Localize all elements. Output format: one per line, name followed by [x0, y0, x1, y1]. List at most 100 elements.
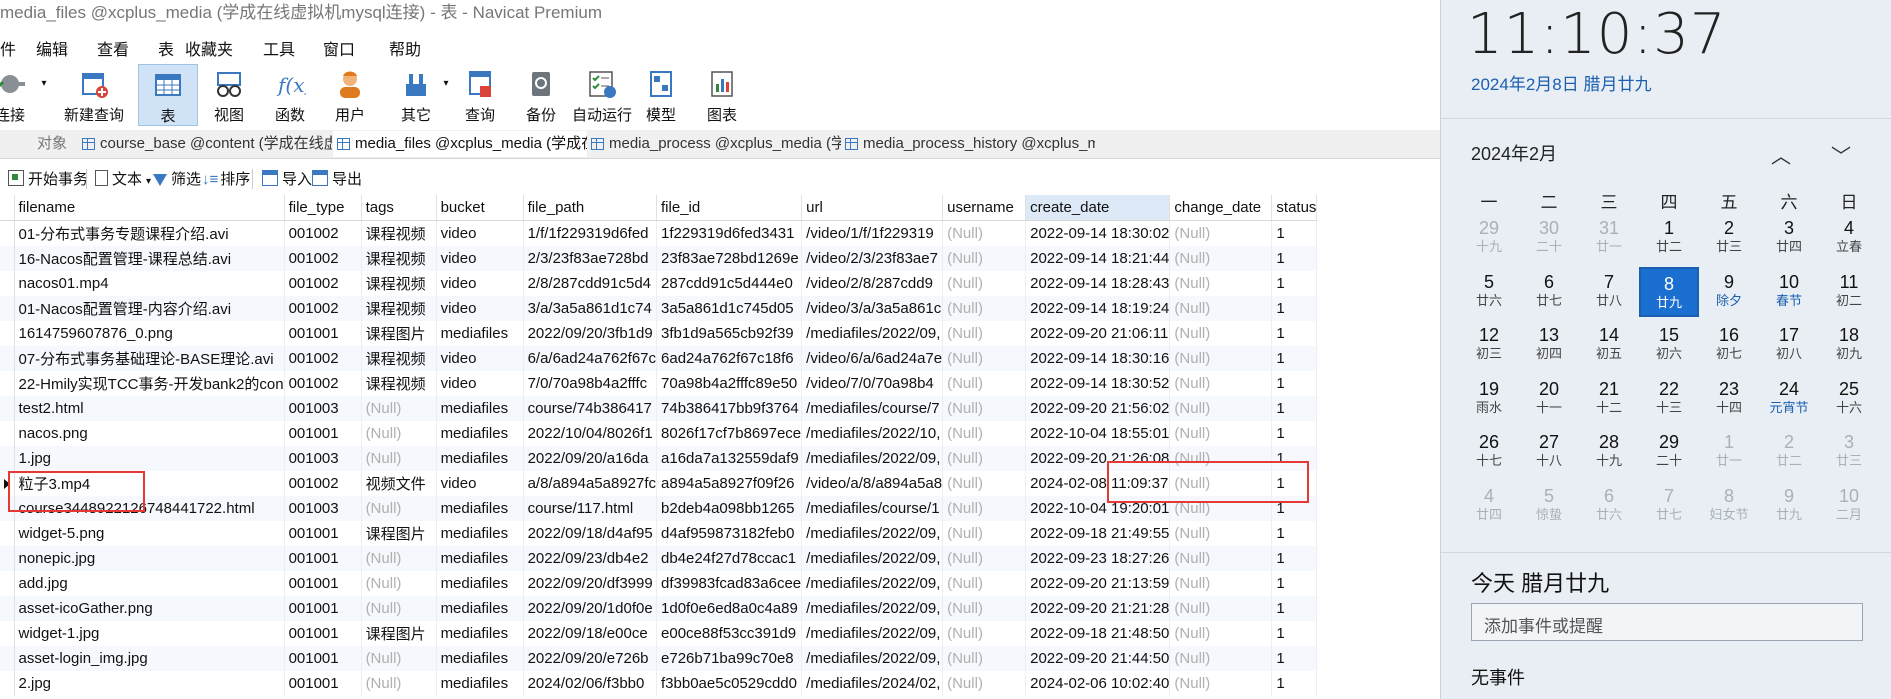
table-cell-file-type[interactable]: 001001 — [284, 521, 362, 546]
table-cell-tags[interactable]: (Null) — [361, 671, 437, 696]
autorun-button[interactable]: 自动运行 — [570, 64, 634, 126]
menu-help[interactable]: 帮助 — [389, 36, 421, 60]
table-cell-status[interactable]: 1 — [1271, 546, 1318, 571]
menu-favorites[interactable]: 收藏夹 — [185, 36, 233, 60]
calendar-day[interactable]: 3 廿四 — [1759, 213, 1819, 263]
table-row[interactable]: widget-1.jpg 001001 课程图片 mediafiles 2022/09/… — [0, 621, 1318, 646]
table-cell-username[interactable]: (Null) — [942, 496, 1027, 521]
table-cell-file-id[interactable]: 74b386417bb9f3764 — [656, 396, 803, 421]
calendar-day[interactable]: 11 初二 — [1819, 267, 1879, 317]
table-cell-tags[interactable]: 课程视频 — [361, 246, 437, 271]
table-cell-url[interactable]: /video/3/a/3a5a861c — [801, 296, 944, 321]
tab-course-base[interactable]: course_base @content (学成在线虚拟... — [78, 131, 332, 157]
table-cell-bucket[interactable]: mediafiles — [436, 571, 524, 596]
query-button[interactable]: 查询 — [452, 64, 508, 126]
calendar-day-today[interactable]: 8 廿九 — [1639, 266, 1699, 317]
menu-edit[interactable]: 编辑 — [36, 36, 68, 60]
calendar-day[interactable]: 25 十六 — [1819, 374, 1879, 424]
table-cell-create-date[interactable]: 2022-09-14 18:30:02 — [1025, 220, 1171, 246]
calendar-day[interactable]: 4 廿四 — [1459, 481, 1519, 531]
calendar-day[interactable]: 2 廿二 — [1759, 427, 1819, 477]
table-cell-url[interactable]: /mediafiles/2022/09, — [801, 321, 944, 346]
table-cell-status[interactable]: 1 — [1271, 396, 1318, 421]
menu-file[interactable]: 件 — [0, 36, 16, 60]
table-cell-username[interactable]: (Null) — [942, 271, 1027, 296]
table-cell-url[interactable]: /mediafiles/2022/10, — [801, 421, 944, 446]
table-cell-username[interactable]: (Null) — [942, 246, 1027, 271]
calendar-day[interactable]: 13 初四 — [1519, 320, 1579, 370]
table-cell-url[interactable]: /mediafiles/course/1 — [801, 496, 944, 521]
table-cell-change-date[interactable]: (Null) — [1169, 296, 1273, 321]
table-cell-create-date[interactable]: 2022-09-20 21:56:02 — [1025, 396, 1171, 421]
table-cell-file-type[interactable]: 001001 — [284, 621, 362, 646]
table-cell-file-path[interactable]: 1/f/1f229319d6fed — [523, 220, 658, 246]
table-cell-change-date[interactable]: (Null) — [1169, 321, 1273, 346]
chart-button[interactable]: 图表 — [694, 64, 750, 126]
table-cell-status[interactable]: 1 — [1271, 521, 1318, 546]
table-cell-file-id[interactable]: db4e24f27d78ccac1 — [656, 546, 803, 571]
table-cell-file-path[interactable]: 2022/09/20/e726b — [523, 646, 658, 671]
table-cell-url[interactable]: /mediafiles/2022/09, — [801, 446, 944, 471]
calendar-day[interactable]: 24 元宵节 — [1759, 374, 1819, 424]
new-query-button[interactable]: 新建查询 — [58, 64, 130, 126]
table-cell-file-id[interactable]: 287cdd91c5d444e0 — [656, 271, 803, 296]
table-cell-bucket[interactable]: mediafiles — [436, 496, 524, 521]
column-header[interactable]: url — [801, 195, 944, 221]
menu-view[interactable]: 查看 — [97, 36, 129, 60]
table-cell-url[interactable]: /mediafiles/2022/09, — [801, 646, 944, 671]
column-header[interactable]: file_type — [284, 195, 362, 221]
table-cell-status[interactable]: 1 — [1271, 271, 1318, 296]
calendar-day[interactable]: 9 除夕 — [1699, 267, 1759, 317]
table-cell-filename[interactable]: 2.jpg — [14, 671, 285, 696]
table-cell-status[interactable]: 1 — [1271, 671, 1318, 696]
table-cell-bucket[interactable]: mediafiles — [436, 671, 524, 696]
table-cell-file-type[interactable]: 001002 — [284, 296, 362, 321]
table-cell-username[interactable]: (Null) — [942, 446, 1027, 471]
column-header[interactable]: create_date — [1025, 195, 1171, 221]
backup-button[interactable]: 备份 — [513, 64, 569, 126]
text-button[interactable]: 文本 ▾ — [95, 168, 151, 189]
table-cell-file-id[interactable]: 6ad24a762f67c18f6 — [656, 346, 803, 371]
table-cell-file-path[interactable]: 2022/09/18/e00ce — [523, 621, 658, 646]
table-cell-url[interactable]: /mediafiles/2022/09, — [801, 596, 944, 621]
table-cell-tags[interactable]: (Null) — [361, 396, 437, 421]
calendar-day[interactable]: 5 惊蛰 — [1519, 481, 1579, 531]
calendar-day[interactable]: 16 初七 — [1699, 320, 1759, 370]
table-row[interactable]: asset-login_img.jpg 001001 (Null) mediafile… — [0, 646, 1318, 671]
model-button[interactable]: 模型 — [633, 64, 689, 126]
table-cell-file-path[interactable]: 2/3/23f83ae728bd — [523, 246, 658, 271]
menu-tools[interactable]: 工具 — [263, 36, 295, 60]
table-cell-filename[interactable]: widget-1.jpg — [14, 621, 285, 646]
table-cell-bucket[interactable]: video — [436, 471, 524, 496]
tab-media-process-history[interactable]: media_process_history @xcplus_me... — [841, 131, 1095, 157]
table-cell-file-path[interactable]: 3/a/3a5a861d1c74 — [523, 296, 658, 321]
table-cell-username[interactable]: (Null) — [942, 371, 1027, 396]
calendar-day[interactable]: 8 妇女节 — [1699, 481, 1759, 531]
table-cell-bucket[interactable]: mediafiles — [436, 596, 524, 621]
table-cell-create-date[interactable]: 2022-09-14 18:28:43 — [1025, 271, 1171, 296]
sort-button[interactable]: ↓≡ 排序 — [202, 168, 250, 189]
table-cell-tags[interactable]: (Null) — [361, 571, 437, 596]
table-row[interactable]: 01-分布式事务专题课程介绍.avi 001002 课程视频 video 1/f/1f2… — [0, 220, 1318, 246]
row-gutter[interactable] — [0, 271, 15, 296]
table-row[interactable]: add.jpg 001001 (Null) mediafiles 2022/09/20/… — [0, 571, 1318, 596]
filter-button[interactable]: 筛选 — [153, 168, 201, 189]
tab-media-files[interactable]: media_files @xcplus_media (学成在... — [333, 131, 587, 157]
table-cell-tags[interactable]: 课程视频 — [361, 296, 437, 321]
table-cell-change-date[interactable]: (Null) — [1169, 521, 1273, 546]
table-cell-username[interactable]: (Null) — [942, 646, 1027, 671]
clock-date[interactable]: 2024年2月8日 腊月廿九 — [1471, 70, 1651, 95]
table-cell-filename[interactable]: nacos.png — [14, 421, 285, 446]
table-cell-file-type[interactable]: 001003 — [284, 446, 362, 471]
table-cell-file-path[interactable]: a/8/a894a5a8927fc — [523, 471, 658, 496]
table-cell-filename[interactable]: widget-5.png — [14, 521, 285, 546]
column-header[interactable]: status — [1271, 195, 1318, 221]
table-cell-tags[interactable]: (Null) — [361, 596, 437, 621]
table-cell-username[interactable]: (Null) — [942, 671, 1027, 696]
column-header[interactable]: filename — [14, 195, 285, 221]
table-cell-status[interactable]: 1 — [1271, 421, 1318, 446]
table-cell-file-type[interactable]: 001001 — [284, 646, 362, 671]
row-gutter[interactable] — [0, 296, 15, 321]
table-cell-file-id[interactable]: 3a5a861d1c745d05 — [656, 296, 803, 321]
calendar-day[interactable]: 31 廿一 — [1579, 213, 1639, 263]
